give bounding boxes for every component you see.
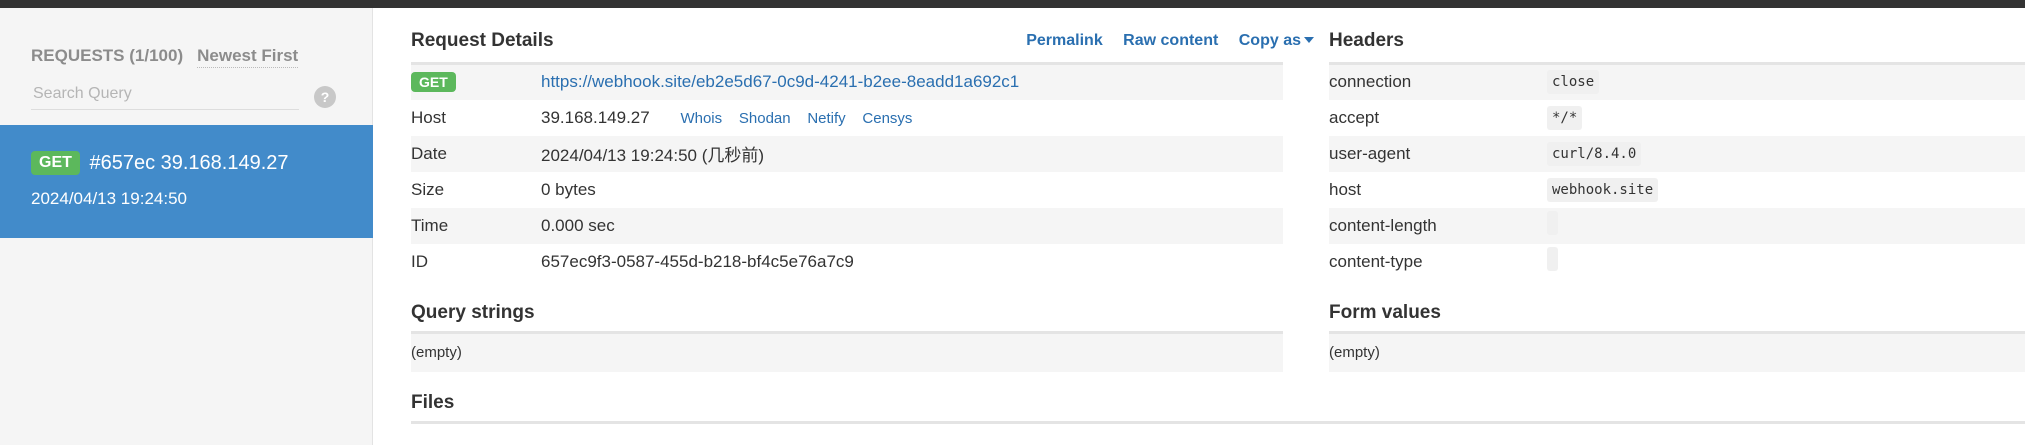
table-row: host webhook.site [1329,172,2025,208]
request-id-ip: #657ec 39.168.149.27 [89,152,289,174]
method-cell: GET [411,63,541,100]
top-bar [0,0,2025,8]
header-value [1547,211,1558,235]
header-key: content-type [1329,251,1423,271]
header-key: user-agent [1329,135,1547,172]
id-value: 657ec9f3-0587-455d-b218-bf4c5e76a7c9 [541,251,854,271]
host-value: 39.168.149.27 [541,107,650,127]
form-values-title: Form values [1329,302,1441,323]
copy-as-label: Copy as [1238,32,1301,49]
table-row: Host 39.168.149.27 Whois Shodan Netify C… [411,100,1283,136]
time-key: Time [411,207,541,244]
header-value-cell: */* [1547,100,2025,136]
request-details-title: Request Details [411,30,554,51]
date-value: 2024/04/13 19:24:50 (几秒前) [541,135,1283,172]
permalink-link[interactable]: Permalink [1026,32,1102,49]
request-timestamp: 2024/04/13 19:24:50 [31,189,187,208]
headers-title: Headers [1329,30,1404,51]
host-tool-links: Whois Shodan Netify Censys [654,108,912,127]
size-key: Size [411,179,445,199]
header-value-cell [1547,244,2025,280]
raw-content-link[interactable]: Raw content [1123,32,1218,49]
table-row: Date 2024/04/13 19:24:50 (几秒前) [411,135,1283,172]
table-row: ID 657ec9f3-0587-455d-b218-bf4c5e76a7c9 [411,244,1283,280]
sidebar: REQUESTS (1/100) Newest First ? GET #657e… [0,8,373,445]
request-actions: Permalink Raw content Copy as [1010,32,1314,50]
date-key: Date [411,135,541,172]
help-icon[interactable]: ? [314,86,336,108]
files-title: Files [411,392,455,413]
table-row: user-agent curl/8.4.0 [1329,135,2025,172]
requests-heading: REQUESTS (1/100) Newest First [31,46,299,68]
headers-table: connection close accept */* user-agent c… [1329,62,2025,280]
id-key: ID [411,251,428,271]
header-value-cell: close [1547,63,2025,100]
copy-as-dropdown[interactable]: Copy as [1239,32,1314,49]
header-value: */* [1547,105,1583,130]
query-strings-title: Query strings [411,302,535,323]
header-value: webhook.site [1547,177,1659,202]
size-value: 0 bytes [541,179,596,199]
table-row: connection close [1329,63,2025,100]
table-row: GET https://webhook.site/eb2e5d67-0c9d-4… [411,63,1283,100]
host-key: Host [411,107,446,127]
time-value: 0.000 sec [541,207,1283,244]
netify-link[interactable]: Netify [807,110,845,127]
request-item-title: GET #657ec 39.168.149.27 [31,151,289,175]
header-key: connection [1329,63,1547,100]
search-query-input[interactable] [31,78,299,110]
whois-link[interactable]: Whois [680,110,722,127]
table-row: content-type [1329,244,2025,280]
header-value: close [1547,70,1600,95]
method-badge: GET [31,151,80,175]
censys-link[interactable]: Censys [862,110,912,127]
header-value-cell: curl/8.4.0 [1547,135,2025,172]
header-value [1547,247,1558,271]
request-url-link[interactable]: https://webhook.site/eb2e5d67-0c9d-4241-… [541,72,1019,91]
table-row: Time 0.000 sec [411,207,1283,244]
form-values-empty: (empty) [1329,334,2025,372]
header-key: host [1329,179,1362,199]
table-row: accept */* [1329,100,2025,136]
divider [411,421,2025,424]
shodan-link[interactable]: Shodan [739,110,791,127]
header-value-cell [1547,207,2025,244]
query-strings-empty: (empty) [411,334,1283,372]
table-row: content-length [1329,207,2025,244]
method-badge: GET [411,72,456,93]
sort-order-toggle[interactable]: Newest First [197,46,299,68]
request-details-table: GET https://webhook.site/eb2e5d67-0c9d-4… [411,62,1283,280]
request-list-item-selected[interactable]: GET #657ec 39.168.149.27 2024/04/13 19:2… [0,125,373,238]
host-cell: 39.168.149.27 Whois Shodan Netify Censys [541,100,1283,136]
header-value: curl/8.4.0 [1547,141,1642,166]
requests-count-label: REQUESTS (1/100) [31,46,184,65]
table-row: Size 0 bytes [411,172,1283,208]
header-key: accept [1329,107,1380,127]
header-value-cell: webhook.site [1547,172,2025,208]
caret-down-icon [1304,37,1314,43]
url-cell: https://webhook.site/eb2e5d67-0c9d-4241-… [541,63,1283,100]
header-key: content-length [1329,207,1547,244]
main-content: Request Details Permalink Raw content Co… [373,8,2025,445]
